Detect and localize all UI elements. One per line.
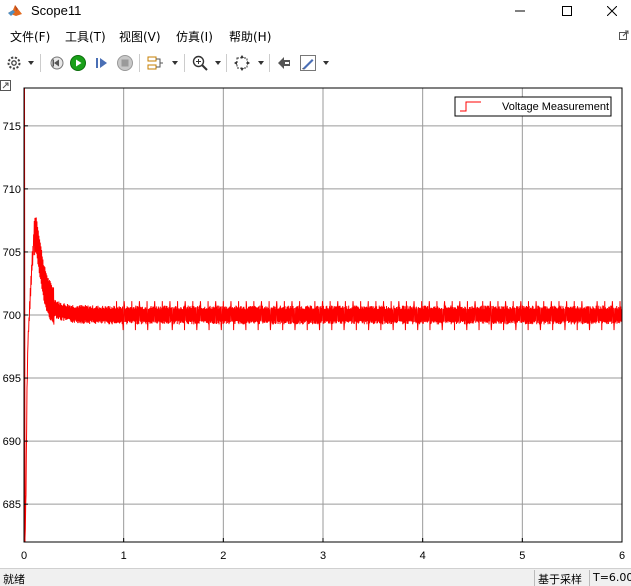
x-tick-label: 2: [220, 550, 226, 562]
menu-help[interactable]: 帮助(H): [229, 28, 271, 45]
maximize-icon: [562, 6, 572, 16]
toolbar-separator: [139, 54, 140, 72]
toolbar-separator: [269, 54, 270, 72]
step-back-button[interactable]: [46, 53, 66, 73]
x-tick-label: 6: [619, 550, 625, 562]
y-tick-label: 700: [3, 310, 21, 322]
run-button[interactable]: [68, 53, 88, 73]
toolbar-separator: [184, 54, 185, 72]
matlab-logo-icon: [8, 5, 22, 16]
window-title: Scope11: [31, 3, 82, 18]
cursor-measure-button[interactable]: [274, 53, 294, 73]
x-tick-label: 0: [21, 550, 27, 562]
fit-dropdown-icon[interactable]: [258, 61, 264, 65]
y-tick-label: 685: [3, 499, 21, 511]
legend-label: Voltage Measurement: [502, 101, 609, 113]
settings-button[interactable]: [4, 53, 24, 73]
y-tick-label: 705: [3, 247, 21, 259]
maximize-button[interactable]: [544, 0, 590, 22]
title-bar: Scope11: [0, 0, 631, 22]
close-icon: [607, 6, 617, 16]
toolbar: [0, 50, 631, 76]
x-tick-label: 4: [420, 550, 426, 562]
step-forward-button[interactable]: [92, 53, 112, 73]
cursor-icon: [278, 57, 290, 69]
menu-tools[interactable]: 工具(T): [65, 28, 106, 45]
zoom-dropdown-icon[interactable]: [215, 61, 221, 65]
scope-chart[interactable]: 0 1 2 3 4 5 6 685 690 695 700 705 710 715 Voltage Mea…: [0, 80, 631, 567]
scope-plot[interactable]: 0 1 2 3 4 5 6 685 690 695 700 705 710 715 Voltage Mea…: [0, 80, 631, 567]
step-forward-icon: [96, 58, 107, 68]
minimize-icon: [515, 10, 525, 12]
x-tick-label: 1: [121, 550, 127, 562]
x-tick-label: 3: [320, 550, 326, 562]
run-icon: [70, 55, 86, 71]
toolbar-separator: [226, 54, 227, 72]
signal-selector-button[interactable]: [145, 53, 165, 73]
close-button[interactable]: [589, 0, 631, 22]
stop-button[interactable]: [115, 53, 135, 73]
minimize-button[interactable]: [497, 0, 543, 22]
legend[interactable]: Voltage Measurement: [454, 96, 612, 117]
menu-file[interactable]: 文件(F): [10, 28, 50, 45]
y-tick-label: 715: [3, 121, 21, 133]
fit-axes-button[interactable]: [232, 53, 252, 73]
signal-selector-icon: [147, 56, 163, 70]
signal-dropdown-icon[interactable]: [172, 61, 178, 65]
settings-dropdown-icon[interactable]: [28, 61, 34, 65]
stop-icon: [117, 55, 133, 71]
menu-simulation[interactable]: 仿真(I): [176, 28, 213, 45]
y-tick-label: 695: [3, 373, 21, 385]
fit-axes-icon: [234, 55, 250, 71]
toolbar-separator: [40, 54, 41, 72]
y-tick-label: 690: [3, 436, 21, 448]
zoom-button[interactable]: [190, 53, 210, 73]
style-dropdown-icon[interactable]: [323, 61, 329, 65]
status-time: T=6.000: [589, 570, 631, 586]
undock-icon[interactable]: [619, 30, 629, 40]
menu-bar: 文件(F) 工具(T) 视图(V) 仿真(I) 帮助(H): [0, 25, 631, 47]
y-tick-label: 710: [3, 184, 21, 196]
style-icon: [300, 55, 316, 71]
settings-icon: [7, 56, 21, 70]
status-bar: 就绪 基于采样 T=6.000: [0, 568, 631, 586]
style-button[interactable]: [298, 53, 318, 73]
zoom-icon: [192, 55, 208, 71]
x-tick-label: 5: [519, 550, 525, 562]
status-ready: 就绪: [3, 573, 25, 586]
menu-view[interactable]: 视图(V): [119, 28, 161, 45]
status-sample-mode: 基于采样: [534, 570, 585, 586]
expand-axes-icon[interactable]: [0, 80, 11, 91]
step-back-icon: [50, 56, 64, 70]
